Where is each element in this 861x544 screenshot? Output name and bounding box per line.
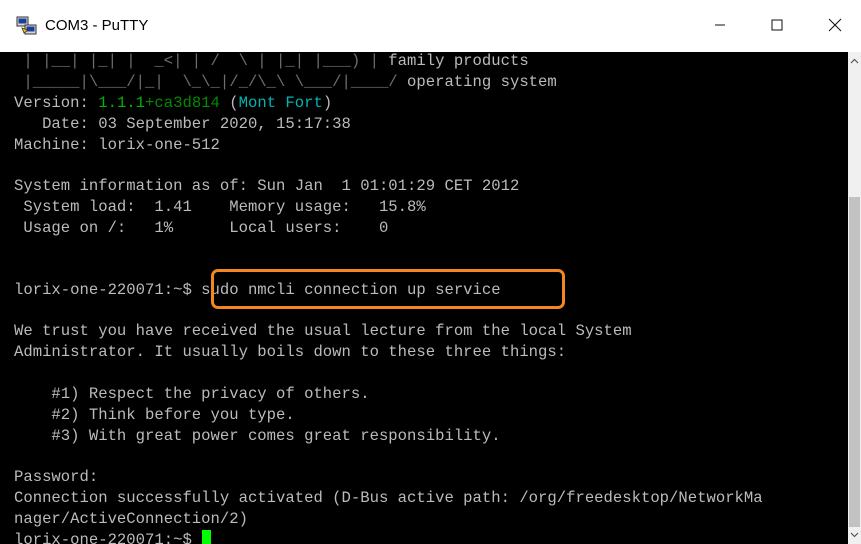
final-prompt: lorix-one-220071:~$ <box>14 531 202 544</box>
banner-tail-1: family products <box>378 52 529 70</box>
rule-2: #2) Think before you type. <box>14 406 295 424</box>
chevron-down-icon <box>850 532 859 538</box>
version-codename-open: ( <box>219 94 239 112</box>
machine-line: Machine: lorix-one-512 <box>14 136 220 154</box>
version-hash: +ca3d814 <box>145 94 220 112</box>
maximize-icon <box>771 19 783 31</box>
password-line: Password: <box>14 468 99 486</box>
usage-line: Usage on /: 1% Local users: 0 <box>14 219 389 237</box>
version-codename-close: ) <box>322 94 333 112</box>
command-highlight-box <box>211 269 565 309</box>
rule-3: #3) With great power comes great respons… <box>14 427 501 445</box>
chevron-up-icon <box>850 58 859 64</box>
putty-icon[interactable] <box>16 16 38 38</box>
scroll-down-button[interactable] <box>848 526 861 544</box>
banner-art-2: |_____|\___/|_| \_\_|/_/\_\ \___/|____/ <box>14 73 398 91</box>
shell-prompt: lorix-one-220071:~$ <box>14 281 202 299</box>
final-prompt-line: lorix-one-220071:~$ <box>14 530 212 544</box>
version-line: Version: 1.1.1+ca3d814 (Mont Fort) <box>14 93 332 114</box>
banner-line-1: | |__| |_| | _<| | / \ | |_| |___) | fam… <box>14 52 529 72</box>
window-title: COM3 - PuTTY <box>45 17 149 34</box>
system-load-line: System load: 1.41 Memory usage: 15.8% <box>14 198 426 216</box>
scrollbar-thumb[interactable] <box>849 197 860 527</box>
version-label: Version: <box>14 94 99 112</box>
banner-art-1: | |__| |_| | _<| | / \ | |_| |___) | <box>14 52 379 70</box>
banner-tail-2: operating system <box>397 73 557 91</box>
scroll-up-button[interactable] <box>848 52 861 70</box>
version-codename: Mont Fort <box>238 94 323 112</box>
minimize-icon <box>715 24 725 26</box>
lecture-line-2: Administrator. It usually boils down to … <box>14 343 567 361</box>
title-bar[interactable]: COM3 - PuTTY <box>0 0 861 52</box>
close-icon <box>828 18 842 32</box>
banner-line-2: |_____|\___/|_| \_\_|/_/\_\ \___/|____/ … <box>14 72 557 93</box>
putty-window: COM3 - PuTTY | |__| |_| | _<| | / \ | |_… <box>0 0 861 544</box>
date-line: Date: 03 September 2020, 15:17:38 <box>14 115 351 133</box>
rule-1: #1) Respect the privacy of others. <box>14 385 370 403</box>
result-line-2: nager/ActiveConnection/2) <box>14 510 248 528</box>
text-cursor <box>202 530 212 544</box>
sysinfo-line: System information as of: Sun Jan 1 01:0… <box>14 177 520 195</box>
lecture-line-1: We trust you have received the usual lec… <box>14 322 632 340</box>
result-line-1: Connection successfully activated (D-Bus… <box>14 489 763 507</box>
maximize-button[interactable] <box>750 0 804 50</box>
close-button[interactable] <box>808 0 861 50</box>
vertical-scrollbar[interactable] <box>848 52 861 544</box>
minimize-button[interactable] <box>693 0 747 50</box>
version-number: 1.1.1 <box>98 94 146 112</box>
